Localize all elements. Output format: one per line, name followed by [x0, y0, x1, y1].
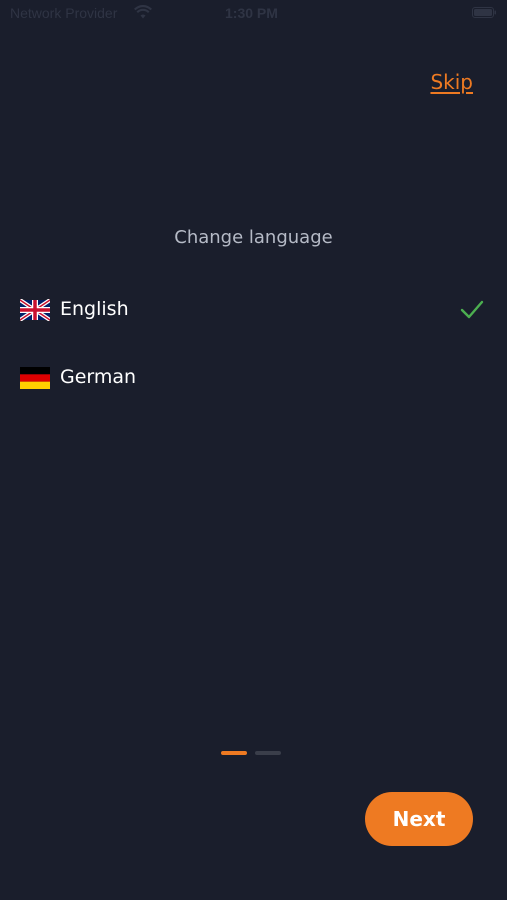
language-label: English: [60, 298, 129, 320]
status-time: 1:30 PM: [225, 5, 278, 21]
check-icon: [460, 300, 484, 319]
battery-icon: [472, 7, 496, 18]
language-option-english[interactable]: English: [0, 286, 507, 336]
onboarding-language-screen: Network Provider 1:30 PM Skip Change lan…: [0, 0, 507, 900]
uk-flag-icon: [20, 299, 50, 321]
page-title: Change language: [174, 227, 333, 248]
page-dot-inactive: [255, 751, 281, 755]
language-option-german[interactable]: German: [0, 354, 507, 404]
page-dot-active: [221, 751, 247, 755]
skip-link[interactable]: Skip: [430, 70, 473, 94]
language-label: German: [60, 366, 137, 388]
wifi-icon: [134, 5, 152, 19]
germany-flag-icon: [20, 367, 50, 389]
next-button[interactable]: Next: [365, 792, 473, 846]
carrier-label: Network Provider: [10, 5, 118, 21]
status-bar: Network Provider 1:30 PM: [0, 0, 507, 28]
